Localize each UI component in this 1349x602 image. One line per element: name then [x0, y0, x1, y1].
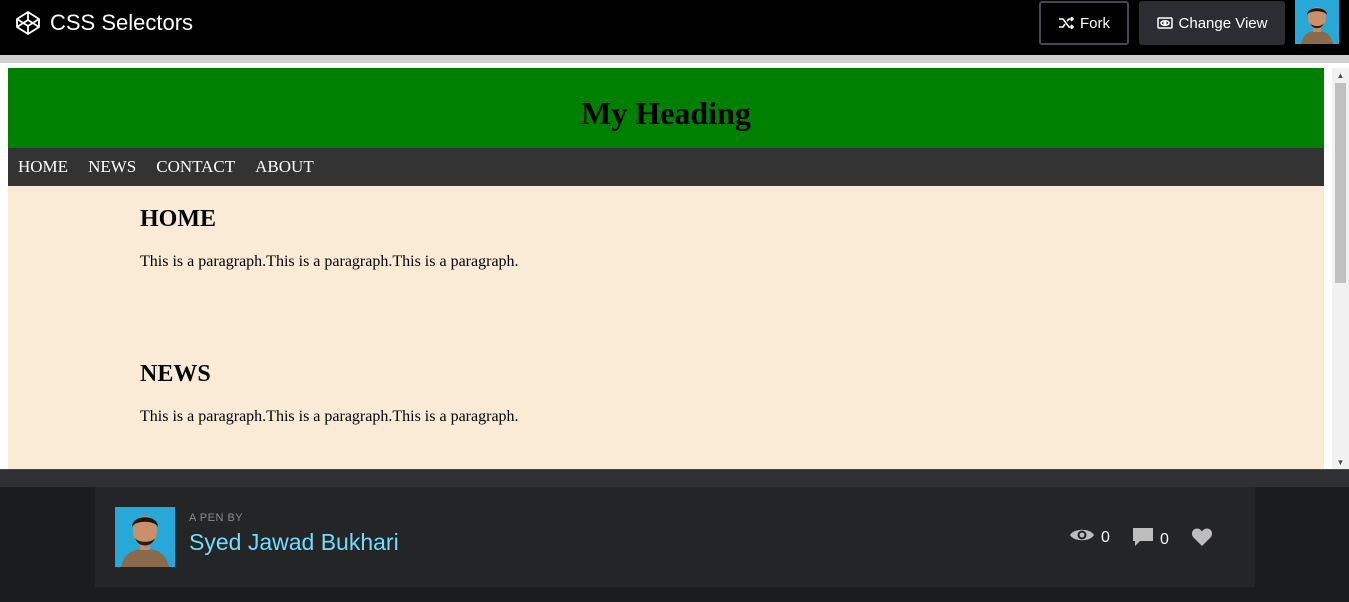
section-title: HOME: [140, 206, 216, 232]
heart-icon: [1191, 527, 1213, 552]
resize-handle[interactable]: [0, 469, 1349, 487]
section-home: HOME This is a paragraph.This is a parag…: [140, 206, 519, 271]
author-name-link[interactable]: Syed Jawad Bukhari: [189, 529, 399, 556]
change-view-icon: [1156, 17, 1173, 29]
section-title: NEWS: [140, 361, 211, 387]
scroll-down-arrow-icon[interactable]: ▼: [1332, 455, 1349, 469]
codepen-logo-icon[interactable]: [15, 10, 41, 36]
preview-page: My Heading HOME NEWS CONTACT ABOUT HOME …: [8, 68, 1324, 469]
section-paragraph: This is a paragraph.This is a paragraph.…: [140, 253, 519, 270]
change-view-button[interactable]: Change View: [1139, 1, 1285, 45]
section-news: NEWS This is a paragraph.This is a parag…: [140, 361, 519, 426]
comments-count: 0: [1160, 530, 1169, 548]
fork-button[interactable]: Fork: [1039, 1, 1129, 45]
toolbar-divider: [0, 55, 1349, 63]
fork-label: Fork: [1080, 14, 1110, 32]
change-view-label: Change View: [1178, 14, 1268, 32]
page-header: My Heading: [8, 68, 1324, 148]
scroll-up-arrow-icon[interactable]: ▲: [1332, 68, 1349, 82]
pen-author-card: A PEN BY Syed Jawad Bukhari 0 0: [95, 487, 1255, 587]
author-avatar[interactable]: [115, 507, 175, 567]
preview-frame: My Heading HOME NEWS CONTACT ABOUT HOME …: [0, 63, 1349, 469]
pen-by-label: A PEN BY: [189, 512, 244, 524]
scroll-thumb[interactable]: [1335, 83, 1346, 283]
eye-icon: [1069, 527, 1095, 548]
page-heading: My Heading: [581, 94, 751, 131]
nav-link-home[interactable]: HOME: [18, 157, 68, 177]
like-button[interactable]: [1191, 527, 1213, 552]
views-stat[interactable]: 0: [1069, 527, 1110, 548]
page-nav: HOME NEWS CONTACT ABOUT: [8, 148, 1324, 186]
pen-title[interactable]: CSS Selectors: [50, 9, 193, 37]
views-count: 0: [1101, 528, 1110, 546]
nav-link-about[interactable]: ABOUT: [255, 157, 314, 177]
comment-icon: [1132, 527, 1154, 552]
top-bar: CSS Selectors Fork Change View: [0, 0, 1349, 55]
footer: A PEN BY Syed Jawad Bukhari 0 0: [0, 487, 1349, 602]
comments-stat[interactable]: 0: [1132, 527, 1169, 552]
user-avatar[interactable]: [1295, 0, 1339, 44]
nav-link-news[interactable]: NEWS: [88, 157, 136, 177]
preview-scrollbar[interactable]: ▲ ▼: [1332, 68, 1349, 469]
section-paragraph: This is a paragraph.This is a paragraph.…: [140, 408, 519, 425]
fork-icon: [1058, 17, 1074, 29]
nav-link-contact[interactable]: CONTACT: [156, 157, 235, 177]
